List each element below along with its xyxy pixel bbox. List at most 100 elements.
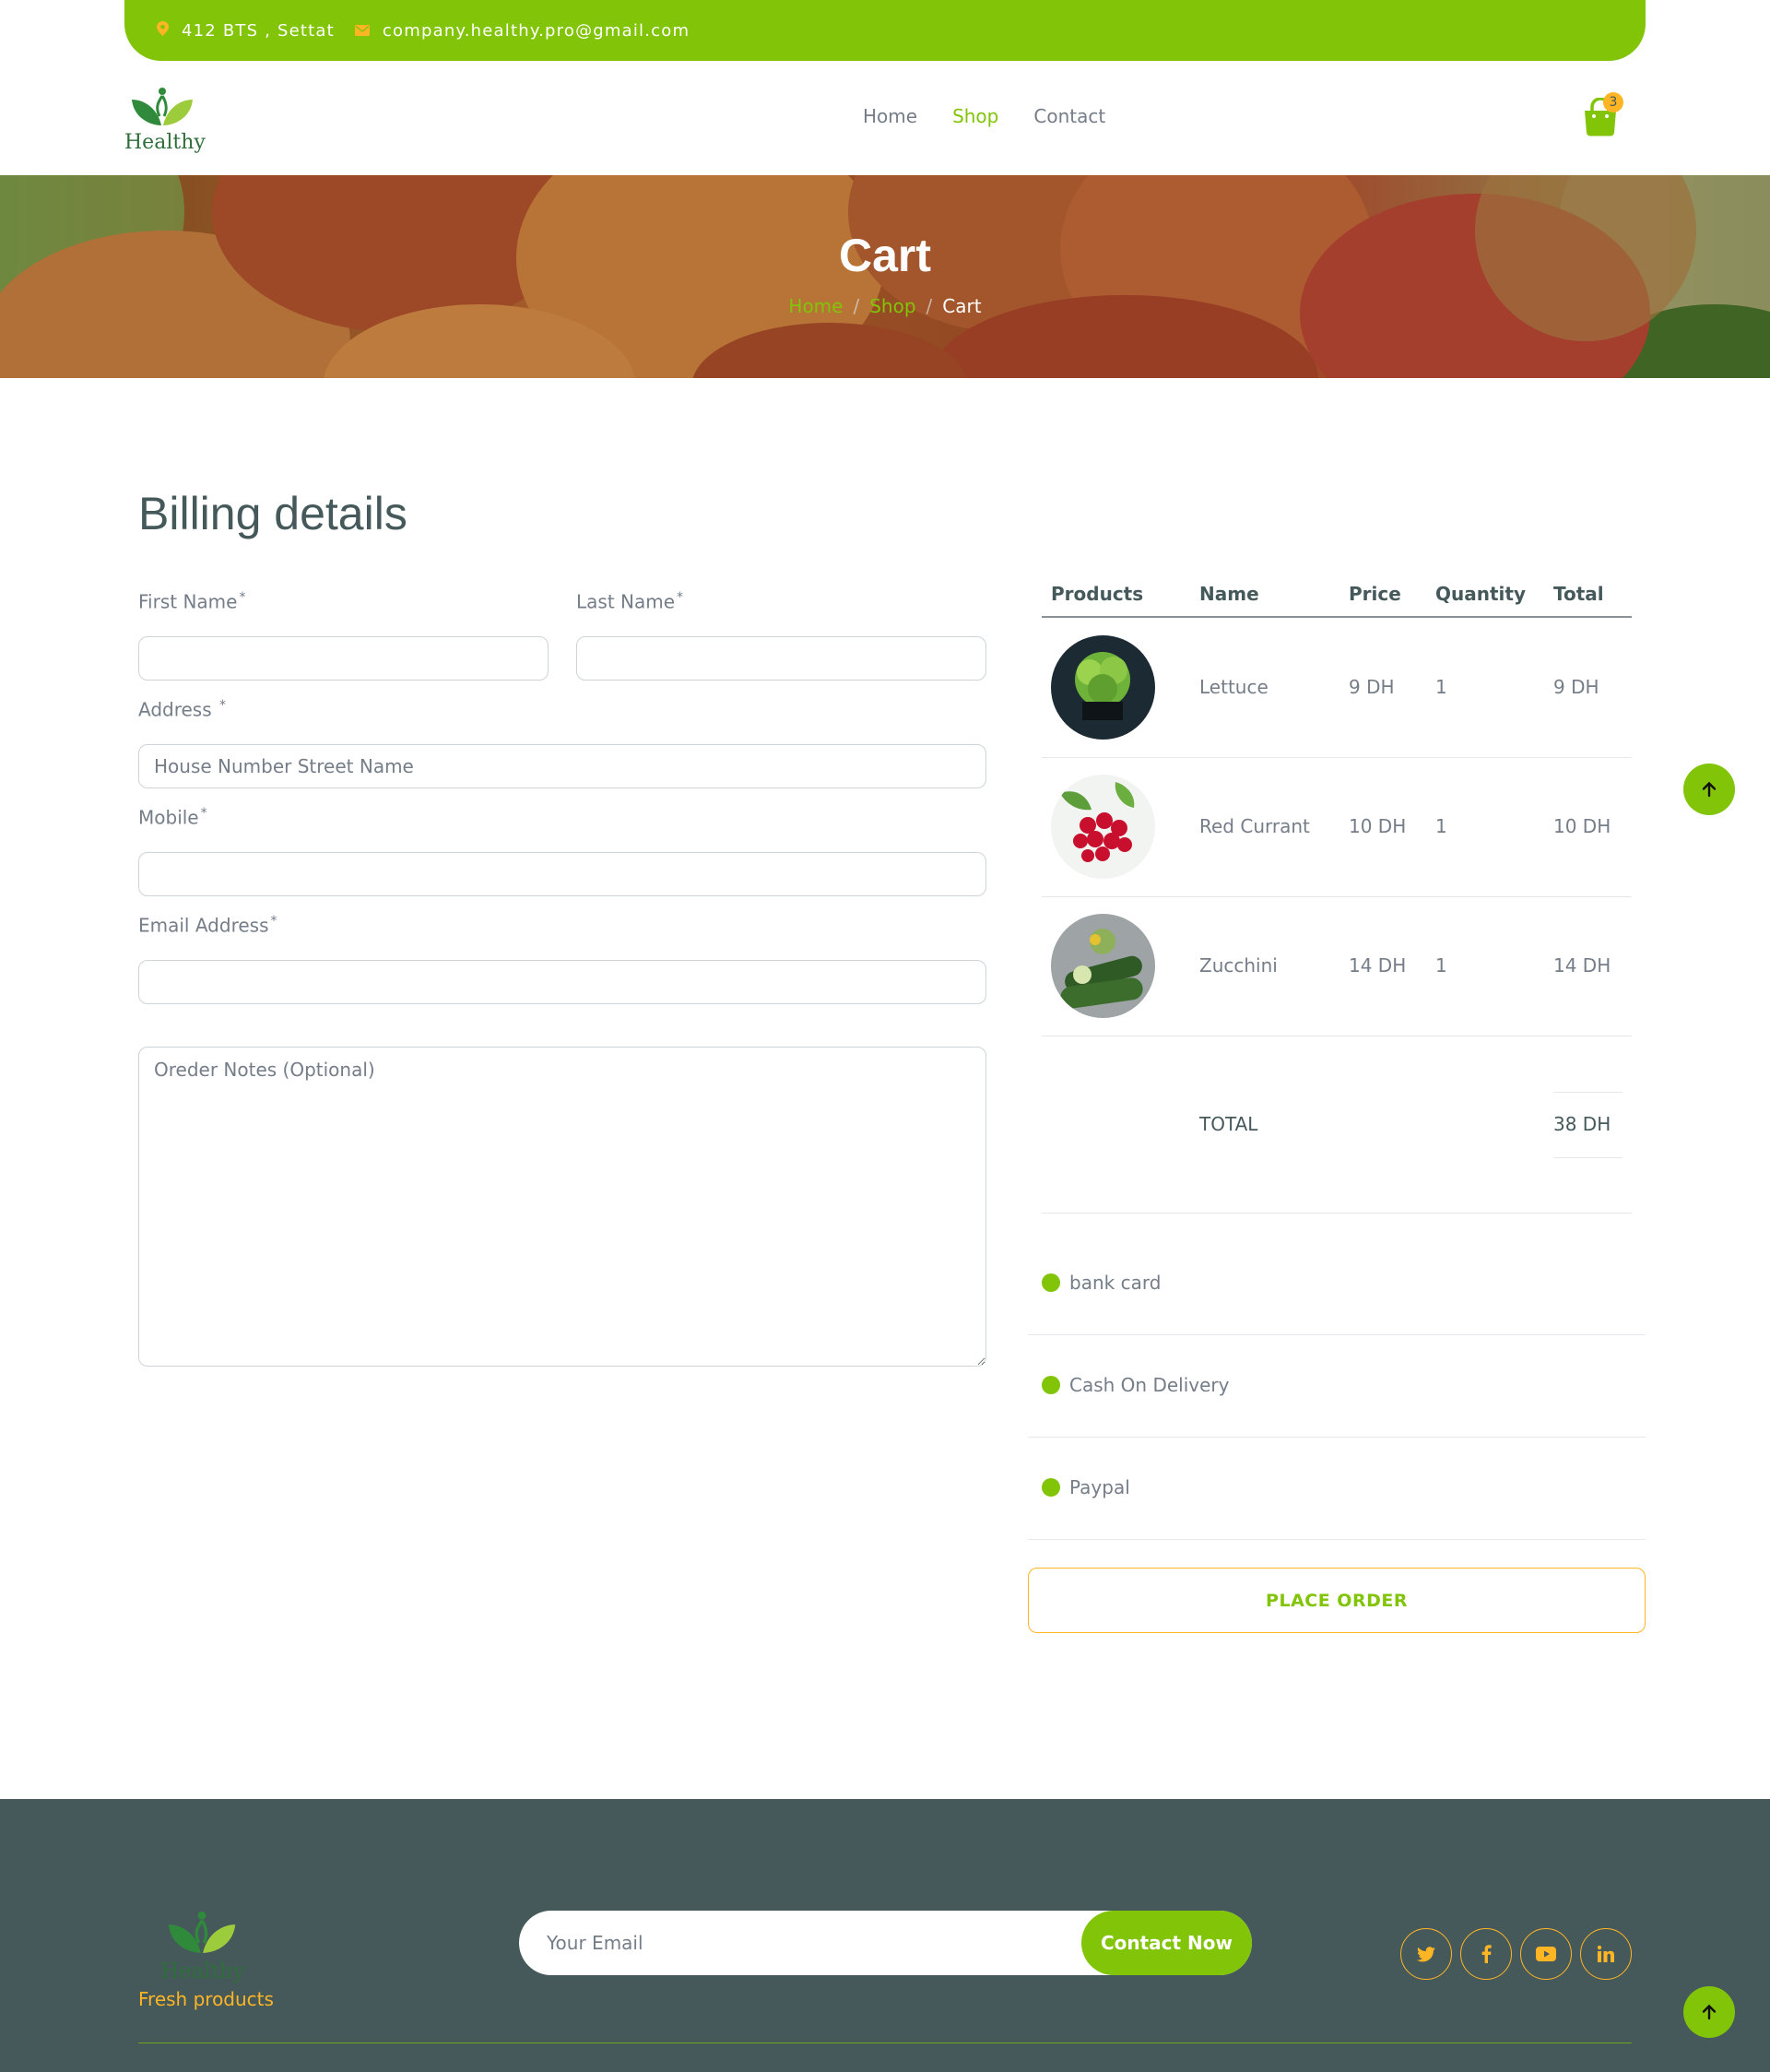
mobile-input[interactable] xyxy=(138,852,986,896)
row-total: 9 DH xyxy=(1553,676,1599,698)
row-price: 9 DH xyxy=(1349,676,1395,698)
zucchini-image xyxy=(1051,914,1155,1018)
total-top-divider xyxy=(1553,1092,1622,1093)
footer-divider xyxy=(138,2042,1632,2043)
email-label-text: Email Address xyxy=(138,914,269,937)
radio-dot-icon xyxy=(1042,1376,1060,1394)
payment-divider xyxy=(1028,1539,1646,1540)
facebook-icon xyxy=(1481,1945,1492,1963)
payment-option-label: Paypal xyxy=(1069,1476,1130,1498)
last-name-label-text: Last Name xyxy=(576,590,676,613)
order-total-label: TOTAL xyxy=(1199,1113,1258,1135)
cart-count-badge: 3 xyxy=(1603,92,1623,112)
breadcrumb-shop[interactable]: Shop xyxy=(869,295,915,317)
nav-shop[interactable]: Shop xyxy=(952,105,998,127)
map-marker-icon xyxy=(157,20,169,41)
column-header-price: Price xyxy=(1349,583,1401,605)
breadcrumb-home[interactable]: Home xyxy=(788,295,843,317)
address-input[interactable] xyxy=(138,744,986,788)
payment-divider xyxy=(1028,1437,1646,1438)
linkedin-icon xyxy=(1598,1946,1614,1962)
topbar-address: 412 BTS , Settat xyxy=(157,20,335,41)
row-price: 10 DH xyxy=(1349,815,1407,837)
row-divider xyxy=(1042,757,1632,758)
row-quantity: 1 xyxy=(1435,676,1447,698)
payment-option-bank-card[interactable]: bank card xyxy=(1042,1272,1161,1294)
lettuce-image xyxy=(1051,635,1155,740)
required-mark: * xyxy=(677,590,684,605)
footer-tagline: Fresh products xyxy=(138,1988,274,2010)
order-total-value: 38 DH xyxy=(1553,1113,1611,1135)
column-header-quantity: Quantity xyxy=(1435,583,1526,605)
red-currant-image xyxy=(1051,775,1155,879)
column-header-total: Total xyxy=(1553,583,1604,605)
order-notes-textarea[interactable] xyxy=(138,1047,986,1367)
footer-logo[interactable]: Healthy xyxy=(160,1908,245,1987)
last-name-label: Last Name * xyxy=(576,590,683,613)
address-text: 412 BTS , Settat xyxy=(182,20,335,41)
payment-option-label: Cash On Delivery xyxy=(1069,1374,1230,1396)
brand-name: Healthy xyxy=(124,131,206,154)
back-to-top-button[interactable] xyxy=(1683,1986,1735,2038)
row-quantity: 1 xyxy=(1435,954,1447,977)
back-to-top-button[interactable] xyxy=(1683,764,1735,815)
email-label: Email Address * xyxy=(138,914,277,937)
twitter-icon xyxy=(1417,1946,1435,1961)
main-menu: Home Shop Contact xyxy=(863,105,1140,127)
contact-now-button[interactable]: Contact Now xyxy=(1081,1911,1252,1975)
page-title: Cart xyxy=(838,230,932,281)
payment-divider xyxy=(1028,1334,1646,1335)
mobile-label-text: Mobile xyxy=(138,806,199,829)
last-name-input[interactable] xyxy=(576,636,986,681)
required-mark: * xyxy=(200,806,207,821)
row-total: 10 DH xyxy=(1553,815,1611,837)
brand-logo[interactable]: Healthy xyxy=(124,85,206,159)
topbar: 412 BTS , Settat company.healthy.pro@gma… xyxy=(124,0,1646,61)
radio-dot-icon xyxy=(1042,1478,1060,1497)
youtube-link[interactable] xyxy=(1520,1928,1572,1980)
place-order-button[interactable]: PLACE ORDER xyxy=(1028,1568,1646,1633)
first-name-label-text: First Name xyxy=(138,590,238,613)
row-quantity: 1 xyxy=(1435,815,1447,837)
breadcrumb-separator: / xyxy=(853,295,860,317)
youtube-icon xyxy=(1536,1947,1556,1961)
topbar-email[interactable]: company.healthy.pro@gmail.com xyxy=(354,20,690,41)
facebook-link[interactable] xyxy=(1460,1928,1512,1980)
page-header: Cart Home / Shop / Cart xyxy=(0,175,1770,378)
leaf-logo-icon xyxy=(132,88,193,125)
total-bottom-divider xyxy=(1553,1157,1622,1158)
mobile-label: Mobile * xyxy=(138,806,207,829)
navbar: Healthy Home Shop Contact 3 xyxy=(0,61,1770,175)
breadcrumb-current: Cart xyxy=(942,295,982,317)
billing-title: Billing details xyxy=(138,488,407,539)
total-section-divider xyxy=(1042,1213,1632,1214)
column-header-products: Products xyxy=(1051,583,1144,605)
first-name-label: First Name * xyxy=(138,590,245,613)
breadcrumb-separator: / xyxy=(926,295,933,317)
nav-contact[interactable]: Contact xyxy=(1033,105,1105,127)
first-name-input[interactable] xyxy=(138,636,549,681)
nav-home[interactable]: Home xyxy=(863,105,917,127)
envelope-icon xyxy=(354,21,370,41)
footer-brand-name: Healthy xyxy=(160,1960,245,1983)
required-mark: * xyxy=(239,590,246,605)
row-price: 14 DH xyxy=(1349,954,1407,977)
payment-option-label: bank card xyxy=(1069,1272,1162,1294)
twitter-link[interactable] xyxy=(1400,1928,1452,1980)
email-input[interactable] xyxy=(138,960,986,1004)
row-product-name: Red Currant xyxy=(1199,815,1310,837)
arrow-up-icon xyxy=(1702,2004,1717,2020)
leaf-logo-icon xyxy=(168,1911,236,1953)
address-label-text: Address xyxy=(138,698,212,721)
payment-option-cash-on-delivery[interactable]: Cash On Delivery xyxy=(1042,1374,1229,1396)
linkedin-link[interactable] xyxy=(1580,1928,1632,1980)
arrow-up-icon xyxy=(1702,781,1717,798)
row-product-name: Lettuce xyxy=(1199,676,1268,698)
payment-option-paypal[interactable]: Paypal xyxy=(1042,1476,1130,1498)
email-text: company.healthy.pro@gmail.com xyxy=(382,20,690,41)
footer: Healthy Fresh products Contact Now xyxy=(0,1799,1770,2072)
address-label: Address * xyxy=(138,698,226,721)
radio-dot-icon xyxy=(1042,1273,1060,1292)
required-mark: * xyxy=(219,698,227,713)
cart-button[interactable]: 3 xyxy=(1582,92,1626,136)
